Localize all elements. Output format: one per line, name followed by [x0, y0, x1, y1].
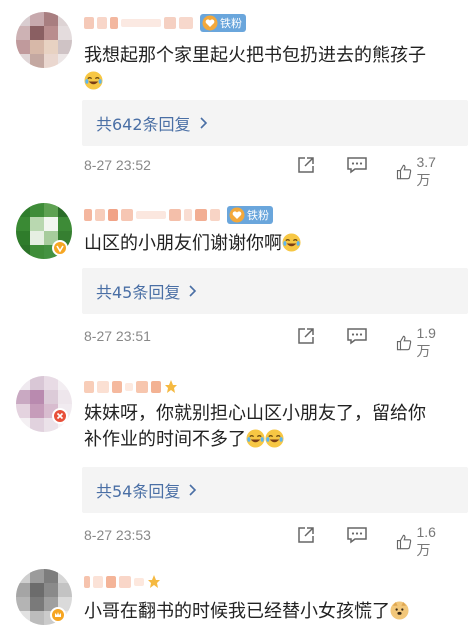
share-icon[interactable] — [296, 326, 316, 346]
like-button[interactable]: 3.7万 — [396, 154, 441, 190]
comment-icon[interactable] — [346, 326, 368, 346]
username[interactable]: 铁粉 — [84, 14, 246, 32]
comment-icon[interactable] — [346, 525, 368, 545]
comment-text: 我想起那个家里起火把书包扔进去的熊孩子 — [84, 43, 464, 95]
comment-footer: 8-27 23:53 1.6万 — [84, 522, 464, 558]
avatar[interactable] — [16, 12, 72, 68]
username[interactable] — [84, 573, 161, 591]
chevron-right-icon — [199, 117, 207, 129]
laugh-cry-emoji — [282, 233, 301, 252]
badge-icon — [165, 380, 177, 393]
comment-item: 铁粉 我想起那个家里起火把书包扔进去的熊孩子 共642条回复 8-27 23:5… — [0, 0, 468, 190]
replies-link[interactable]: 共45条回复 — [82, 268, 468, 314]
member-badge — [52, 408, 68, 424]
timestamp: 8-27 23:51 — [84, 328, 151, 344]
comment-footer: 8-27 23:52 3.7万 — [84, 152, 464, 188]
share-icon[interactable] — [296, 155, 316, 175]
replies-link[interactable]: 共54条回复 — [82, 467, 468, 513]
laugh-cry-emoji — [84, 71, 103, 90]
heart-icon — [202, 15, 218, 31]
verified-badge — [52, 240, 68, 256]
heart-icon — [229, 207, 245, 223]
chevron-right-icon — [189, 285, 197, 297]
like-count: 1.9万 — [416, 325, 436, 359]
badge-icon — [148, 575, 160, 588]
timestamp: 8-27 23:52 — [84, 157, 151, 173]
laugh-cry-emoji — [265, 429, 284, 448]
verified-icon — [56, 245, 64, 253]
share-icon[interactable] — [296, 525, 316, 545]
like-count: 3.7万 — [416, 154, 436, 188]
laugh-cry-emoji — [246, 429, 265, 448]
comment-footer: 8-27 23:51 1.9万 — [84, 323, 464, 359]
crown-icon — [55, 612, 61, 617]
comment-text: 妹妹呀，你就别担心山区小朋友了，留给你 补作业的时间不多了 — [84, 403, 426, 450]
close-icon — [56, 412, 64, 420]
fan-badge: 铁粉 — [227, 206, 273, 224]
username[interactable]: 铁粉 — [84, 206, 273, 224]
like-button[interactable]: 1.9万 — [396, 325, 441, 361]
comment-item: 妹妹呀，你就别担心山区小朋友了，留给你 补作业的时间不多了 共54条回复 8-2… — [0, 360, 468, 558]
replies-link[interactable]: 共642条回复 — [82, 100, 468, 146]
comment-text: 小哥在翻书的时候我已经替小女孩慌了 — [84, 599, 464, 625]
comment-text: 山区的小朋友们谢谢你啊 — [84, 231, 464, 257]
comment-item: 铁粉 山区的小朋友们谢谢你啊 共45条回复 8-27 23:51 1.9万 — [0, 190, 468, 360]
thumbs-up-icon — [396, 164, 412, 180]
thumbs-up-icon — [396, 335, 412, 351]
fan-badge: 铁粉 — [200, 14, 246, 32]
doge-emoji — [390, 601, 409, 620]
timestamp: 8-27 23:53 — [84, 527, 151, 543]
thumbs-up-icon — [396, 534, 412, 550]
comment-item: 小哥在翻书的时候我已经替小女孩慌了 — [0, 555, 468, 642]
member-badge — [50, 607, 66, 623]
username[interactable] — [84, 378, 178, 396]
avatar[interactable] — [16, 376, 72, 432]
chevron-right-icon — [189, 484, 197, 496]
comment-icon[interactable] — [346, 155, 368, 175]
